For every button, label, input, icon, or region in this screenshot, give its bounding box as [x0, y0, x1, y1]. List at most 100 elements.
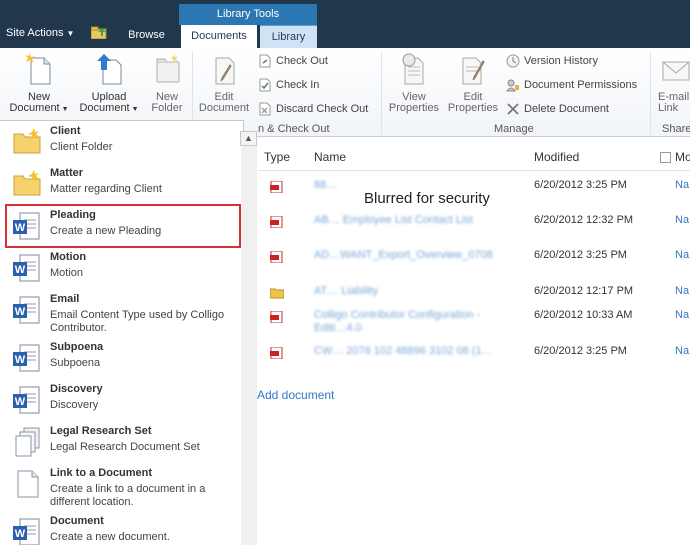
tab-browse[interactable]: Browse: [118, 27, 175, 47]
svg-text:W: W: [15, 528, 26, 540]
edit-properties-label: Edit Properties: [447, 91, 499, 114]
check-in-label: Check In: [276, 79, 320, 91]
document-set-icon: [15, 427, 40, 457]
svg-text:W: W: [15, 306, 26, 318]
add-document-link[interactable]: Add document: [257, 388, 334, 402]
pdf-file-icon: [270, 216, 283, 228]
pdf-file-icon: [270, 181, 283, 193]
menu-item-title: Matter: [50, 167, 84, 179]
edit-document-icon: [215, 57, 235, 85]
column-header-name[interactable]: Name: [314, 150, 346, 164]
discard-check-out-button[interactable]: Discard Check Out: [258, 102, 368, 116]
tab-documents[interactable]: Documents: [181, 25, 257, 48]
modified-date: 6/20/2012 3:25 PM: [534, 249, 627, 261]
pdf-file-icon: [270, 347, 283, 359]
version-history-button[interactable]: Version History: [506, 54, 598, 68]
upload-document-button[interactable]: Upload Document ▼: [76, 52, 142, 115]
top-navigation-bar: Site Actions ▼ Browse Library Tools Docum…: [0, 0, 690, 48]
menu-item-description: Subpoena: [50, 357, 101, 369]
file-name-link[interactable]: AB… Employee List Contact List: [314, 214, 504, 227]
file-name-link[interactable]: Colligo Contributor Configuration -Editi…: [314, 309, 504, 335]
modified-by[interactable]: Na: [675, 179, 689, 191]
new-document-icon: [25, 53, 51, 85]
modified-by[interactable]: Na: [675, 309, 689, 321]
menu-item-title: Link to a Document: [50, 467, 153, 479]
email-link-button[interactable]: E-mail Link: [654, 52, 690, 114]
file-name-link[interactable]: CW… 2076 102 48896 3102 08 (1…: [314, 345, 504, 358]
site-actions-menu[interactable]: Site Actions ▼: [6, 27, 74, 39]
modified-date: 6/20/2012 3:25 PM: [534, 179, 627, 191]
svg-text:W: W: [15, 222, 26, 234]
menu-item-title: Email: [50, 293, 80, 305]
modified-date: 6/20/2012 3:25 PM: [534, 345, 627, 357]
new-folder-icon: [156, 54, 180, 83]
upload-document-label: Upload Document: [79, 91, 130, 114]
menu-item-description: Motion: [50, 267, 84, 279]
email-icon: [662, 61, 690, 81]
column-header-modified[interactable]: Modified: [534, 150, 579, 164]
new-document-button[interactable]: New Document ▼: [6, 52, 72, 115]
menu-item-description: Matter regarding Client: [50, 183, 162, 195]
check-out-button[interactable]: Check Out: [258, 54, 328, 68]
file-name-link[interactable]: AT… Liability: [314, 285, 504, 298]
file-name-link[interactable]: 88…: [314, 179, 504, 192]
version-history-label: Version History: [524, 55, 598, 67]
contextual-tab-group-label: Library Tools: [179, 4, 317, 25]
file-name-link[interactable]: AD…WANT_Export_Overview_0708: [314, 249, 504, 262]
navigate-up-icon[interactable]: [91, 26, 108, 39]
link-document-icon: [17, 470, 39, 498]
word-doc-icon: W: [13, 254, 40, 282]
column-header-modified-by[interactable]: Mo: [660, 150, 690, 164]
new-document-label: New Document: [9, 91, 60, 114]
tab-library[interactable]: Library: [260, 25, 317, 48]
version-history-icon: [506, 54, 520, 68]
svg-text:W: W: [15, 264, 26, 276]
menu-item-title: Discovery: [50, 383, 103, 395]
delete-icon: [507, 103, 519, 115]
discard-check-out-label: Discard Check Out: [276, 103, 369, 115]
pdf-file-icon: [270, 251, 283, 263]
delete-document-button[interactable]: Delete Document: [506, 102, 609, 116]
select-all-checkbox[interactable]: [660, 151, 671, 163]
menu-scrollbar-track[interactable]: [241, 146, 257, 545]
menu-item-description: Legal Research Document Set: [50, 441, 200, 453]
menu-scroll-up-button[interactable]: ▲: [240, 131, 257, 146]
menu-item-title: Client: [50, 125, 81, 137]
blurred-for-security-note: Blurred for security: [364, 190, 490, 207]
menu-item-title: Motion: [50, 251, 87, 263]
modified-by[interactable]: Na: [675, 345, 689, 357]
document-permissions-button[interactable]: Document Permissions: [506, 78, 637, 92]
view-properties-button[interactable]: View Properties: [385, 52, 443, 114]
folder-new-icon: [13, 170, 41, 196]
ribbon-group-label-manage: Manage: [494, 123, 534, 135]
check-out-icon: [259, 54, 271, 68]
menu-item-title: Document: [50, 515, 104, 527]
ribbon-divider: [650, 52, 651, 134]
new-folder-button[interactable]: New Folder: [144, 52, 190, 114]
word-doc-icon: W: [13, 386, 40, 414]
check-out-label: Check Out: [276, 55, 328, 67]
email-link-label: E-mail Link: [658, 91, 690, 114]
edit-document-label: Edit Document: [198, 91, 250, 114]
word-doc-icon: W: [13, 212, 40, 240]
modified-by[interactable]: Na: [675, 249, 689, 261]
chevron-down-icon: ▼: [129, 106, 139, 113]
discard-check-out-icon: [259, 102, 271, 116]
delete-document-label: Delete Document: [524, 103, 609, 115]
svg-text:W: W: [15, 354, 26, 366]
chevron-down-icon: ▼: [59, 106, 69, 113]
menu-item-description: Create a link to a document in a differe…: [50, 483, 206, 508]
pdf-file-icon: [270, 311, 283, 323]
folder-new-icon: [13, 128, 41, 154]
column-header-type[interactable]: Type: [264, 150, 290, 164]
edit-properties-button[interactable]: Edit Properties: [445, 52, 501, 114]
permissions-icon: [506, 79, 519, 92]
menu-item-description: Email Content Type used by Colligo Contr…: [50, 309, 225, 334]
modified-by[interactable]: Na: [675, 214, 689, 226]
chevron-down-icon: ▼: [66, 29, 75, 38]
word-doc-icon: W: [13, 344, 40, 372]
check-in-button[interactable]: Check In: [258, 78, 319, 92]
edit-document-button[interactable]: Edit Document: [194, 52, 254, 114]
document-permissions-label: Document Permissions: [524, 79, 638, 91]
modified-by[interactable]: Na: [675, 285, 689, 297]
